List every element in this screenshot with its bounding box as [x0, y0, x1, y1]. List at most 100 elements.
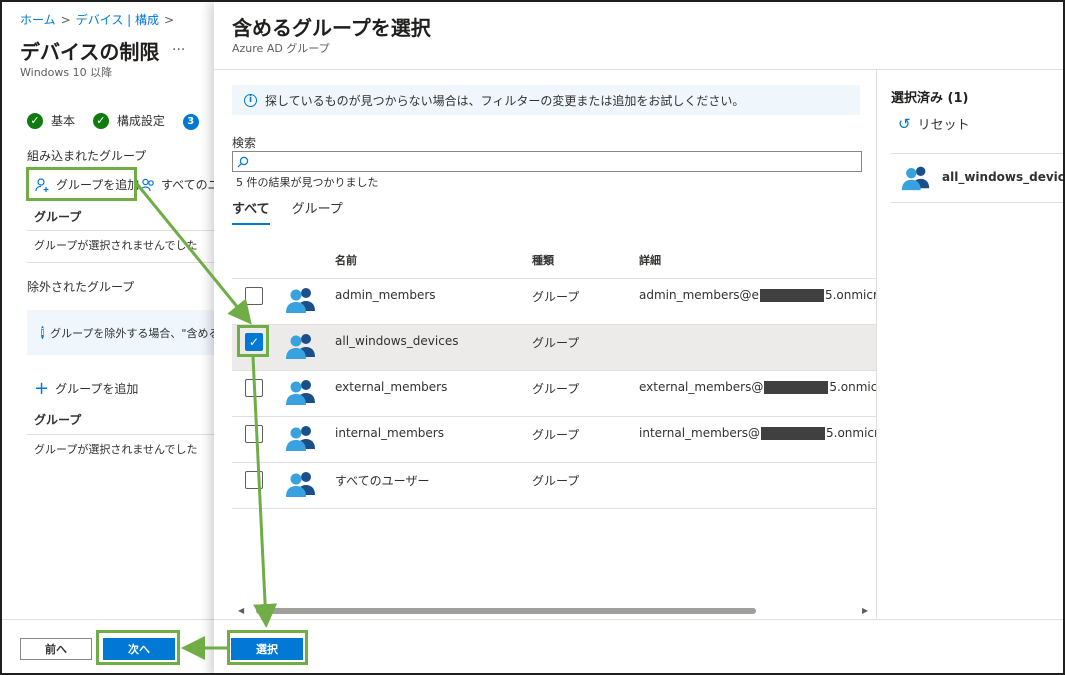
scroll-left-icon[interactable]: ◀ [238, 606, 244, 615]
exclude-info-text: グループを除外する場合、"含める" [50, 326, 214, 340]
table-row[interactable]: すべてのユーザー グループ [232, 463, 876, 509]
step-basics[interactable]: ✓ 基本 [27, 112, 75, 129]
chevron-right-icon: > [60, 13, 71, 27]
divider [27, 434, 214, 435]
column-name[interactable]: 名前 [335, 252, 357, 268]
detail-suffix: 5.onmicrosoft.c [824, 288, 876, 302]
group-type: グループ [532, 428, 580, 442]
selected-group-item[interactable]: all_windows_devices [900, 162, 1065, 192]
divider [27, 230, 214, 231]
group-name: all_windows_devices [335, 334, 459, 348]
checkmark-circle-icon: ✓ [27, 112, 43, 129]
add-group-label: グループを追加 [55, 382, 139, 396]
excluded-no-group-text: グループが選択されませんでした [34, 443, 198, 456]
panel-title: 含めるグループを選択 [232, 16, 431, 40]
scrollbar-thumb[interactable] [256, 608, 756, 614]
panel-subtitle: Azure AD グループ [232, 42, 330, 55]
row-checkbox[interactable] [245, 425, 263, 443]
breadcrumb-home[interactable]: ホーム [20, 13, 56, 27]
horizontal-scrollbar[interactable]: ◀ ▶ [236, 606, 876, 615]
result-count: 5 件の結果が見つかりました [236, 176, 379, 189]
group-icon [284, 331, 318, 359]
add-excluded-group-button[interactable]: + グループを追加 [34, 377, 139, 399]
tab-all[interactable]: すべて [232, 198, 270, 225]
divider [891, 202, 1063, 203]
group-name: admin_members [335, 288, 436, 302]
divider [27, 262, 214, 263]
table-row[interactable]: external_members グループ external_members@ 5.o… [232, 371, 876, 417]
table-row[interactable]: admin_members グループ admin_members@e 5.onmicr… [232, 279, 876, 325]
group-icon [284, 377, 318, 405]
redacted-block [759, 289, 824, 302]
screenshot-frame: ホーム > デバイス | 構成 > デバイスの制限 ... Windows 10 以降… [0, 0, 1065, 675]
page-title: デバイスの制限 [20, 40, 160, 64]
selected-group-name: all_windows_devices [942, 170, 1065, 184]
divider [214, 69, 1063, 70]
detail-suffix: 5.onmicrosoft [829, 380, 876, 394]
detail-suffix: 5.onmicrosoft. [826, 426, 876, 440]
row-checkbox[interactable] [245, 471, 263, 489]
add-all-users-button[interactable]: すべてのユー [140, 176, 214, 193]
column-type[interactable]: 種類 [532, 252, 554, 268]
group-type: グループ [532, 474, 580, 488]
table-row[interactable]: ✓ all_windows_devices グループ [232, 325, 876, 371]
wizard-steps: ✓ 基本 ✓ 構成設定 3 [27, 112, 213, 130]
detail-prefix: external_members@ [639, 380, 764, 394]
table-row[interactable]: internal_members グループ internal_members@ 5.o… [232, 417, 876, 463]
breadcrumb: ホーム > デバイス | 構成 > [20, 11, 179, 28]
group-name: internal_members [335, 426, 444, 440]
reset-button[interactable]: ↺ リセット [898, 114, 970, 134]
step-label: 基本 [51, 114, 76, 128]
people-icon [140, 178, 154, 191]
column-detail[interactable]: 詳細 [639, 252, 661, 268]
all-users-label: すべてのユー [161, 178, 214, 192]
info-icon: i [41, 326, 45, 339]
selected-count-heading: 選択済み (1) [891, 91, 969, 106]
info-banner-text: 探しているものが見つからない場合は、フィルターの変更または追加をお試しください。 [265, 93, 745, 108]
group-detail: admin_members@e 5.onmicrosoft.c [639, 288, 876, 302]
reset-label: リセット [917, 118, 970, 133]
breadcrumb-devices[interactable]: デバイス | 構成 [76, 13, 159, 27]
highlight-add-group [26, 167, 137, 201]
info-banner: i 探しているものが見つからない場合は、フィルターの変更または追加をお試しくださ… [232, 85, 860, 115]
search-label: 検索 [232, 136, 257, 150]
tab-groups[interactable]: グループ [292, 198, 343, 225]
step-label: 構成設定 [116, 114, 165, 128]
group-name: external_members [335, 380, 448, 394]
scroll-right-icon[interactable]: ▶ [862, 606, 868, 615]
undo-icon: ↺ [898, 114, 911, 133]
group-icon [901, 166, 930, 191]
excluded-group-column-header: グループ [34, 413, 82, 427]
step-assignments[interactable]: 3 [182, 113, 199, 130]
step-settings[interactable]: ✓ 構成設定 [92, 112, 165, 129]
row-checkbox[interactable] [245, 287, 263, 305]
exclude-info-banner: i グループを除外する場合、"含める" [27, 310, 214, 355]
group-type: グループ [532, 382, 580, 396]
plus-icon: + [34, 377, 50, 399]
group-icon [284, 469, 318, 497]
redacted-block [764, 381, 829, 394]
group-icon [284, 423, 318, 451]
excluded-groups-heading: 除外されたグループ [27, 280, 135, 294]
chevron-right-icon: > [164, 13, 175, 27]
redacted-block [761, 427, 825, 440]
device-restriction-blade: ホーム > デバイス | 構成 > デバイスの制限 ... Windows 10 以降… [2, 2, 214, 673]
group-column-header: グループ [34, 210, 82, 224]
row-checkbox[interactable] [245, 379, 263, 397]
search-input[interactable] [232, 151, 862, 172]
group-name: すべてのユーザー [335, 474, 430, 488]
no-group-text: グループが選択されませんでした [34, 239, 198, 252]
detail-prefix: internal_members@ [639, 426, 760, 440]
groups-table: 名前 種類 詳細 admin_members グループ admin_members@… [232, 245, 876, 509]
detail-prefix: admin_members@e [639, 288, 759, 302]
group-detail: internal_members@ 5.onmicrosoft. [639, 426, 876, 440]
more-options-button[interactable]: ... [172, 38, 185, 54]
highlight-checkbox [237, 325, 269, 357]
table-body: admin_members グループ admin_members@e 5.onmicr… [232, 279, 876, 509]
previous-button[interactable]: 前へ [20, 638, 92, 660]
included-groups-heading: 組み込まれたグループ [27, 149, 147, 163]
divider [876, 70, 877, 618]
group-detail: external_members@ 5.onmicrosoft [639, 380, 876, 394]
page-subtitle: Windows 10 以降 [20, 66, 113, 79]
search-icon [237, 156, 249, 167]
